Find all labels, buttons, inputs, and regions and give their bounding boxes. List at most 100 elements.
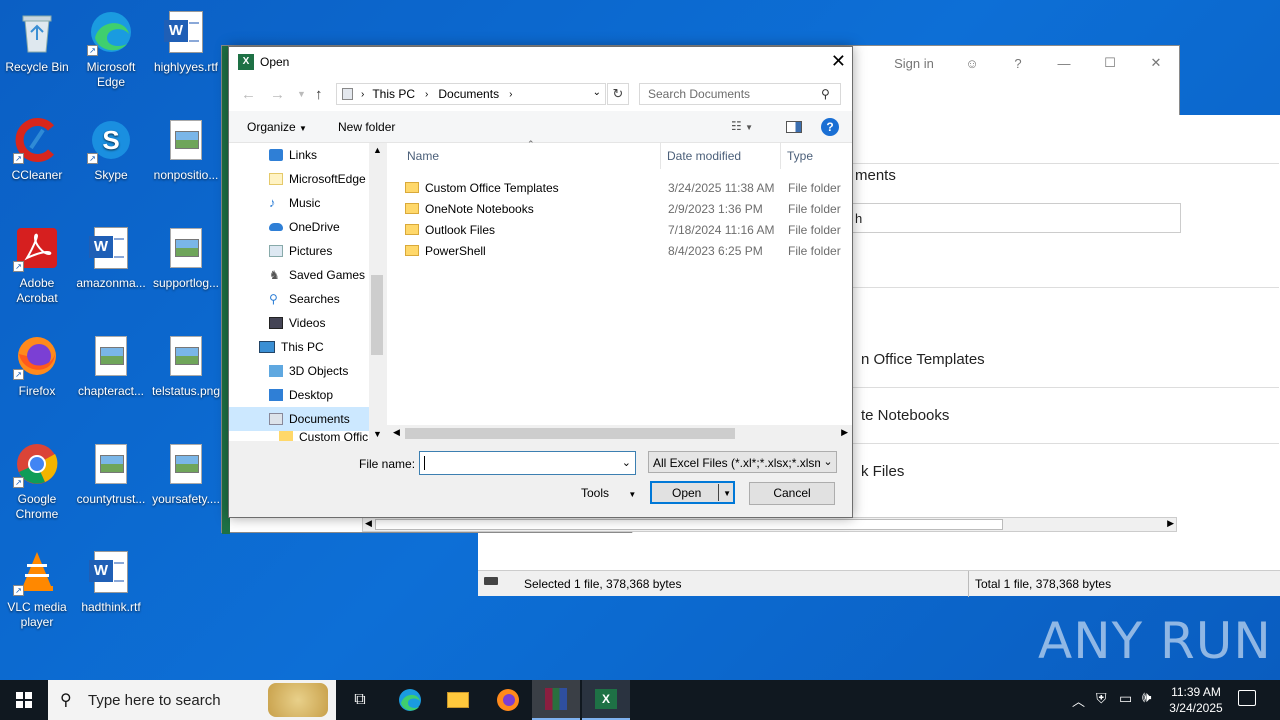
breadcrumb-documents[interactable]: Documents [438, 87, 499, 101]
chevron-down-icon: ⌄ [820, 452, 836, 472]
back-arrow-icon[interactable]: ← [241, 86, 256, 103]
task-view-icon[interactable]: ⧉ [336, 680, 384, 720]
new-folder-button[interactable]: New folder [338, 120, 395, 134]
file-row[interactable]: OneNote Notebooks 2/9/2023 1:36 PM File … [405, 199, 845, 220]
recent-chevron-icon[interactable]: ▼ [297, 89, 306, 99]
close-icon[interactable]: ✕ [831, 51, 846, 72]
desktop-icon-firefox[interactable]: ↗ Firefox [1, 332, 73, 399]
nav-item-this-pc[interactable]: This PC [259, 335, 324, 359]
links-icon [269, 149, 283, 161]
excel-hscroll[interactable]: ◀ ▶ [362, 517, 1177, 532]
preview-pane-icon[interactable] [786, 121, 802, 133]
volume-icon[interactable]: 🕪 [1142, 689, 1151, 706]
tools-button[interactable]: Tools ▼ [581, 486, 636, 500]
folder-icon [405, 245, 419, 257]
file-row[interactable]: Outlook Files 7/18/2024 11:16 AM File fo… [405, 220, 845, 241]
file-row[interactable]: Custom Office Templates 3/24/2025 11:38 … [405, 178, 845, 199]
winrar-taskbar-icon[interactable] [532, 680, 580, 720]
nav-scrollbar[interactable]: ▲ ▼ [369, 143, 385, 441]
column-header-date[interactable]: Date modified [667, 143, 781, 169]
folder-icon [279, 431, 293, 441]
file-name-input[interactable]: ⌄ [419, 451, 636, 475]
dialog-title: Open [260, 55, 290, 69]
file-type-select[interactable]: All Excel Files (*.xl*;*.xlsx;*.xlsm ⌄ [648, 451, 837, 473]
desktop-icon-nonpositio[interactable]: nonpositio... [150, 116, 222, 183]
address-dropdown-icon[interactable]: ⌄ [593, 87, 601, 98]
desktop-icon-skype[interactable]: S ↗ Skype [75, 116, 147, 183]
organize-button[interactable]: Organize ▼ [247, 120, 307, 134]
nav-item-searches[interactable]: ⚲ Searches [269, 287, 340, 311]
nav-item-links[interactable]: Links [269, 143, 317, 167]
up-arrow-icon[interactable]: ↑ [315, 86, 323, 103]
nav-item-desktop[interactable]: Desktop [269, 383, 333, 407]
help-icon[interactable]: ? [821, 118, 839, 136]
refresh-icon[interactable]: ↻ [607, 83, 629, 105]
desktop-icon-highlyyes[interactable]: W highlyyes.rtf [150, 8, 222, 75]
desktop-icon-edge[interactable]: ↗ Microsoft Edge [75, 8, 147, 90]
minimize-icon[interactable]: — [1041, 56, 1087, 71]
open-button[interactable]: Open ▼ [650, 481, 735, 504]
forward-arrow-icon[interactable]: → [270, 86, 285, 103]
excel-taskbar-icon[interactable]: X [582, 680, 630, 720]
network-icon[interactable]: ⛨ [1096, 690, 1107, 707]
backstage-item[interactable]: n Office Templates [861, 351, 1280, 368]
taskbar-search[interactable]: ⚲ Type here to search [48, 680, 336, 720]
status-bar: Selected 1 file, 378,368 bytes Total 1 f… [478, 570, 1280, 597]
sign-in-link[interactable]: Sign in [879, 56, 949, 71]
chevron-up-icon[interactable]: ︿ [1072, 691, 1085, 710]
file-explorer-icon[interactable] [434, 680, 482, 720]
ccleaner-icon: ↗ [13, 116, 61, 164]
desktop-icon-chrome[interactable]: ↗ Google Chrome [1, 440, 73, 522]
nav-item-onedrive[interactable]: OneDrive [269, 215, 340, 239]
cancel-button[interactable]: Cancel [749, 482, 835, 505]
nav-item-custom-office[interactable]: Custom Offic [279, 431, 368, 441]
desktop-icon-adobe-acrobat[interactable]: ↗ Adobe Acrobat [1, 224, 73, 306]
file-row[interactable]: PowerShell 8/4/2023 6:25 PM File folder [405, 241, 845, 262]
nav-item-pictures[interactable]: Pictures [269, 239, 332, 263]
nav-item-3d-objects[interactable]: 3D Objects [269, 359, 348, 383]
nav-item-videos[interactable]: Videos [269, 311, 325, 335]
network-wired-icon[interactable]: ▭ [1119, 690, 1132, 707]
backstage-search[interactable]: h [855, 211, 1280, 226]
column-header-type[interactable]: Type [787, 143, 852, 169]
feedback-icon[interactable]: ☺ [949, 56, 995, 71]
search-icon[interactable]: ⚲ [821, 87, 830, 101]
desktop-icon-ccleaner[interactable]: ↗ CCleaner [1, 116, 73, 183]
clock[interactable]: 11:39 AM 3/24/2025 [1162, 684, 1230, 716]
nav-item-microsoftedge[interactable]: MicrosoftEdge [269, 167, 366, 191]
desktop-icon-yoursafety[interactable]: yoursafety.... [150, 440, 222, 507]
help-button[interactable]: ? [995, 56, 1041, 71]
breadcrumb-this-pc[interactable]: This PC [372, 87, 415, 101]
desktop-icon-telstatus[interactable]: telstatus.png [150, 332, 222, 399]
image-file-icon [162, 224, 210, 272]
notifications-icon[interactable] [1238, 690, 1256, 706]
desktop-icon [269, 389, 283, 401]
desktop-icon-recycle-bin[interactable]: Recycle Bin [1, 8, 73, 75]
word-document-icon: W [87, 548, 135, 596]
desktop-icon-chapteract[interactable]: chapteract... [75, 332, 147, 399]
chevron-down-icon[interactable]: ⌄ [622, 456, 631, 469]
chevron-down-icon[interactable]: ▼ [723, 483, 731, 504]
maximize-icon[interactable]: ☐ [1087, 55, 1133, 71]
start-button[interactable] [0, 680, 48, 720]
nav-item-documents[interactable]: Documents [229, 407, 369, 431]
desktop-icon-vlc[interactable]: ↗ VLC media player [1, 548, 73, 630]
desktop-icon-supportlog[interactable]: supportlog... [150, 224, 222, 291]
firefox-taskbar-icon[interactable] [484, 680, 532, 720]
nav-item-saved-games[interactable]: ♞ Saved Games [269, 263, 365, 287]
desktop-icon-countytrust[interactable]: countytrust... [75, 440, 147, 507]
3d-objects-icon [269, 365, 283, 377]
nav-item-music[interactable]: ♪ Music [269, 191, 320, 215]
desktop-icon-amazonma[interactable]: W amazonma... [75, 224, 147, 291]
acrobat-icon: ↗ [13, 224, 61, 272]
sort-arrow-icon: ⌃ [527, 139, 535, 149]
file-list-hscroll[interactable]: ◀ ▶ [387, 425, 852, 442]
close-icon[interactable]: ✕ [1133, 55, 1179, 71]
search-input[interactable]: Search Documents [639, 83, 841, 105]
backstage-item[interactable]: k Files [861, 463, 1280, 480]
view-options-icon[interactable]: ☷ ▼ [731, 119, 753, 133]
edge-taskbar-icon[interactable] [386, 680, 434, 720]
desktop-icon-hadthink[interactable]: W hadthink.rtf [75, 548, 147, 615]
backstage-item[interactable]: te Notebooks [861, 407, 1280, 424]
address-bar[interactable]: › This PC › Documents › ⌄ [336, 83, 606, 105]
